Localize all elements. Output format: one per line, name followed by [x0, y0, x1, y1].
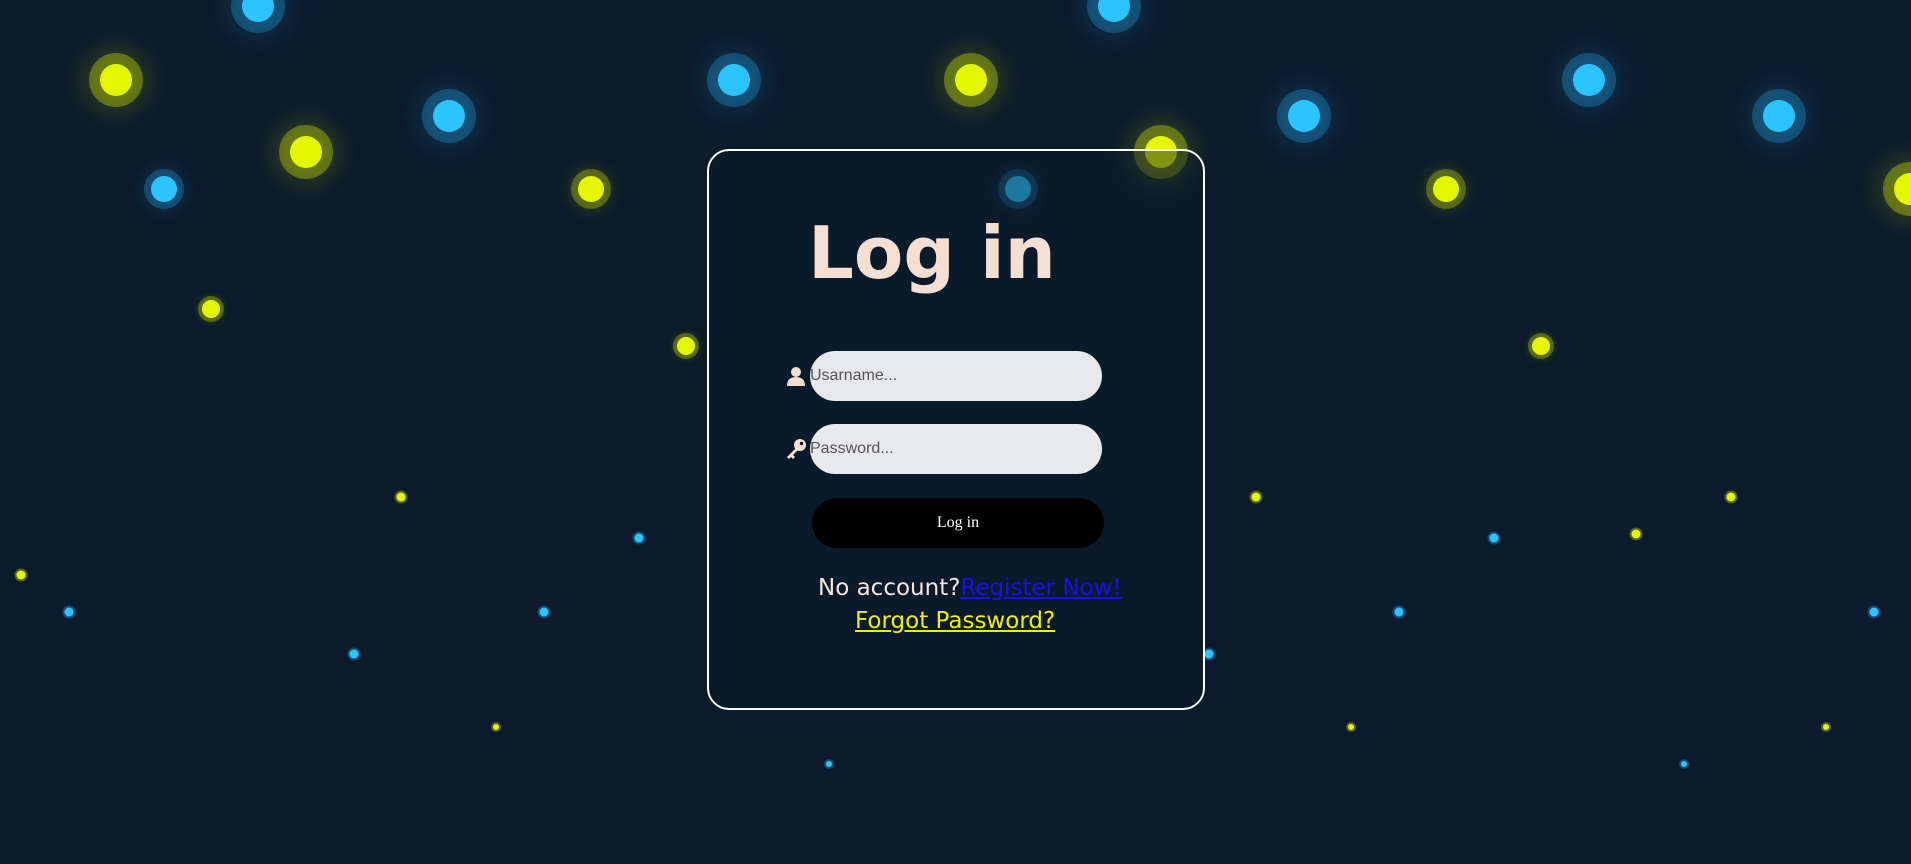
username-row — [785, 351, 1102, 401]
user-icon — [785, 365, 807, 387]
yellow-firefly-dot — [16, 570, 26, 580]
blue-firefly-dot — [349, 649, 359, 659]
blue-firefly-dot — [1681, 761, 1687, 767]
yellow-firefly-dot — [1823, 724, 1829, 730]
blue-firefly-dot — [1204, 649, 1214, 659]
username-input[interactable] — [810, 351, 1102, 401]
blue-firefly-dot — [151, 176, 177, 202]
yellow-firefly-dot — [1348, 724, 1354, 730]
login-card: Log in Log in No account?Register N — [707, 149, 1205, 710]
yellow-firefly-dot — [1532, 337, 1550, 355]
yellow-firefly-dot — [396, 492, 406, 502]
blue-firefly-dot — [242, 0, 274, 22]
blue-firefly-dot — [64, 607, 74, 617]
background-canvas: Log in Log in No account?Register N — [0, 0, 1911, 864]
yellow-firefly-dot — [578, 176, 604, 202]
blue-firefly-dot — [1394, 607, 1404, 617]
blue-firefly-dot — [539, 607, 549, 617]
yellow-firefly-dot — [1894, 173, 1911, 205]
blue-firefly-dot — [1573, 64, 1605, 96]
blue-firefly-dot — [1489, 533, 1499, 543]
page-title: Log in — [808, 211, 1056, 295]
password-input[interactable] — [810, 424, 1102, 474]
forgot-password-link[interactable]: Forgot Password? — [855, 608, 1055, 634]
register-link[interactable]: Register Now! — [960, 575, 1121, 601]
blue-firefly-dot — [1288, 100, 1320, 132]
blue-firefly-dot — [718, 64, 750, 96]
register-prompt: No account?Register Now! — [818, 575, 1122, 601]
blue-firefly-dot — [1763, 100, 1795, 132]
yellow-firefly-dot — [1433, 176, 1459, 202]
blue-firefly-dot — [433, 100, 465, 132]
password-row — [785, 424, 1102, 474]
no-account-text: No account? — [818, 575, 961, 601]
blue-firefly-dot — [1869, 607, 1879, 617]
login-button[interactable]: Log in — [812, 498, 1104, 548]
yellow-firefly-dot — [100, 64, 132, 96]
yellow-firefly-dot — [290, 136, 322, 168]
yellow-firefly-dot — [955, 64, 987, 96]
yellow-firefly-dot — [493, 724, 499, 730]
yellow-firefly-dot — [1251, 492, 1261, 502]
blue-firefly-dot — [1098, 0, 1130, 22]
key-icon — [785, 438, 807, 460]
yellow-firefly-dot — [1631, 529, 1641, 539]
blue-firefly-dot — [826, 761, 832, 767]
yellow-firefly-dot — [202, 300, 220, 318]
yellow-firefly-dot — [1726, 492, 1736, 502]
yellow-firefly-dot — [677, 337, 695, 355]
blue-firefly-dot — [634, 533, 644, 543]
